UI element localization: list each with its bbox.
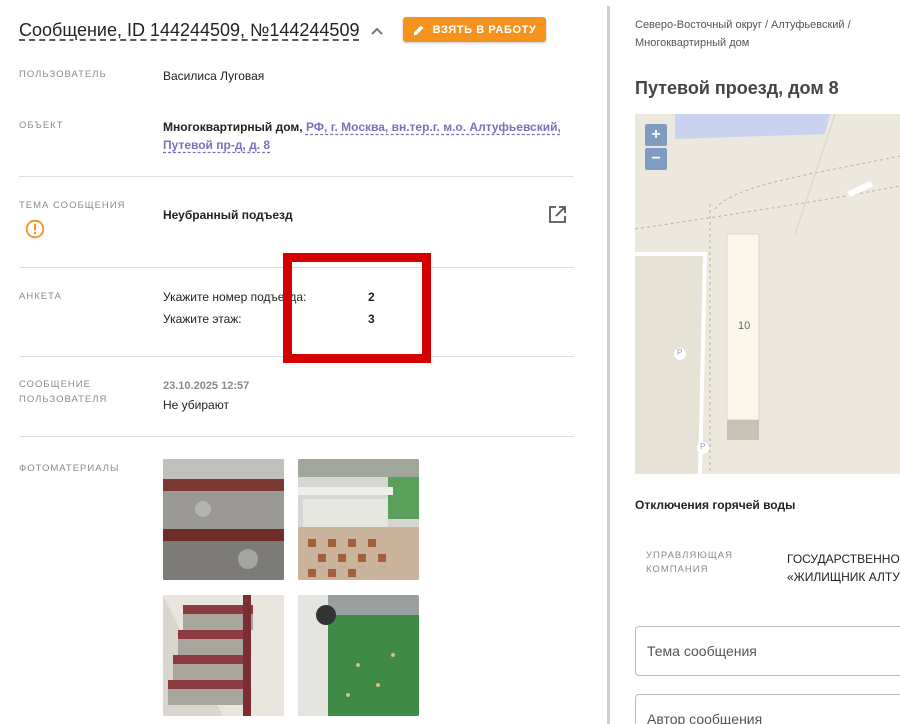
message-label-line1: СООБЩЕНИЕ	[19, 379, 91, 390]
message-label: СООБЩЕНИЕ ПОЛЬЗОВАТЕЛЯ	[19, 377, 107, 407]
divider	[19, 176, 574, 177]
photo-thumbnail[interactable]	[298, 459, 419, 580]
message-label-line2: ПОЛЬЗОВАТЕЛЯ	[19, 394, 108, 405]
survey-label: АНКЕТА	[19, 291, 62, 302]
pencil-icon	[413, 25, 424, 35]
breadcrumb-line1: Северо-Восточный округ / Алтуфьевский /	[635, 19, 851, 31]
zoom-out-button[interactable]: −	[645, 148, 667, 170]
survey-question: Укажите этаж:	[163, 312, 242, 326]
hot-water-outages: Отключения горячей воды	[635, 498, 796, 512]
user-label: ПОЛЬЗОВАТЕЛЬ	[19, 69, 107, 80]
message-text: Не убирают	[163, 398, 229, 412]
uk-label-line1: УПРАВЛЯЮЩАЯ	[646, 550, 733, 561]
chevron-up-icon[interactable]	[368, 22, 386, 40]
photo-thumbnail[interactable]	[163, 595, 284, 716]
photo-thumbnail[interactable]	[298, 595, 419, 716]
take-to-work-button[interactable]: ВЗЯТЬ В РАБОТУ	[403, 17, 546, 42]
management-company-value: ГОСУДАРСТВЕННОЕ «ЖИЛИЩНИК АЛТУ	[787, 550, 900, 586]
uk-value-line2: «ЖИЛИЩНИК АЛТУ	[787, 570, 900, 584]
zoom-in-button[interactable]: +	[645, 124, 667, 146]
object-label: ОБЪЕКТ	[19, 120, 64, 131]
object-address-heading: Путевой проезд, дом 8	[635, 78, 839, 98]
breadcrumb-line2: Многоквартирный дом	[635, 37, 750, 49]
parking-marker: P	[700, 442, 706, 451]
map[interactable]: 10 P P + −	[635, 114, 900, 474]
breadcrumb: Северо-Восточный округ / Алтуфьевский / …	[635, 16, 895, 52]
topic-value: Неубранный подъезд	[163, 208, 293, 222]
management-company-label: УПРАВЛЯЮЩАЯ КОМПАНИЯ	[646, 549, 733, 577]
object-address-link-2[interactable]: Путевой пр-д, д. 8	[163, 138, 270, 152]
zoom-controls: + −	[645, 124, 667, 170]
message-panel: Сообщение, ID 144244509, №144244509 ВЗЯТ…	[0, 0, 595, 724]
photo-thumbnail[interactable]	[163, 459, 284, 580]
user-value: Василиса Луговая	[163, 69, 265, 83]
take-to-work-label: ВЗЯТЬ В РАБОТУ	[432, 23, 537, 36]
photos-label: ФОТОМАТЕРИАЛЫ	[19, 463, 120, 474]
open-external-icon[interactable]	[548, 205, 567, 224]
message-title[interactable]: Сообщение, ID 144244509, №144244509	[19, 20, 359, 41]
object-type: Многоквартирный дом,	[163, 120, 303, 134]
uk-value-line1: ГОСУДАРСТВЕННОЕ	[787, 552, 900, 566]
object-panel: Северо-Восточный округ / Алтуфьевский / …	[610, 0, 900, 724]
author-field	[635, 694, 900, 724]
highlight-box	[283, 253, 431, 363]
object-address-link[interactable]: РФ, г. Москва, вн.тер.г. м.о. Алтуфьевск…	[306, 120, 561, 134]
message-date: 23.10.2025 12:57	[163, 380, 250, 392]
topic-input[interactable]	[636, 627, 900, 675]
uk-label-line2: КОМПАНИЯ	[646, 564, 709, 575]
divider	[19, 436, 574, 437]
warning-icon	[25, 219, 45, 239]
object-value: Многоквартирный дом, РФ, г. Москва, вн.т…	[163, 118, 573, 154]
topic-field	[635, 626, 900, 676]
parking-marker: P	[677, 348, 683, 357]
author-input[interactable]	[636, 695, 900, 724]
topic-label: ТЕМА СООБЩЕНИЯ	[19, 200, 126, 211]
map-building-number: 10	[738, 320, 751, 332]
